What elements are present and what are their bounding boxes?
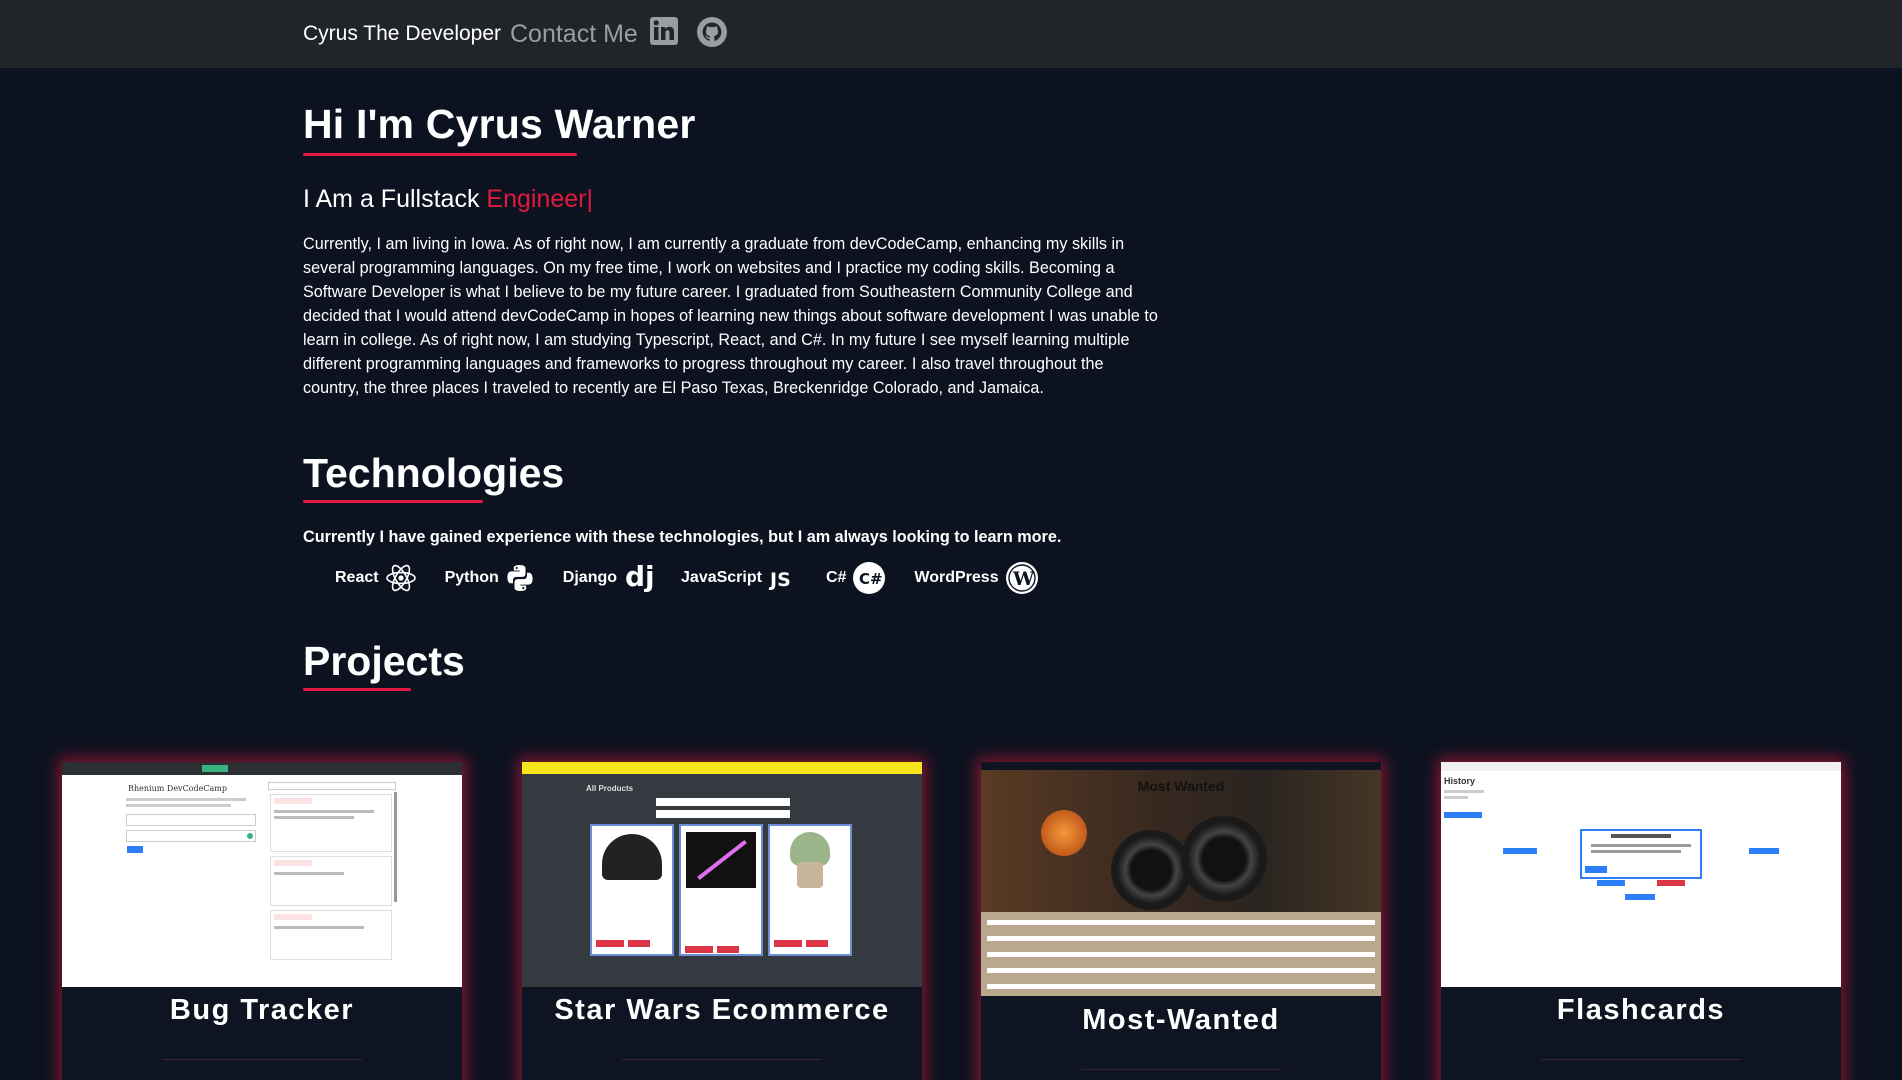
tech-label: WordPress <box>914 569 999 586</box>
technologies-note: Currently I have gained experience with … <box>303 528 1062 546</box>
tech-item-python: Python <box>445 563 535 593</box>
project-card-star-wars-ecommerce[interactable]: All Products Star Wars Ecommerce <box>522 762 922 1080</box>
project-screenshot: Most Wanted <box>981 770 1381 996</box>
project-title[interactable]: Star Wars Ecommerce <box>522 994 922 1027</box>
tech-item-csharp: C# C# <box>826 561 886 595</box>
react-icon <box>385 564 416 592</box>
tech-label: Django <box>562 569 618 586</box>
hero-title-underline <box>303 153 577 156</box>
csharp-icon: C# <box>853 562 886 594</box>
project-card-bug-tracker[interactable]: Rhenium DevCodeCamp Bug Tracker <box>62 762 462 1080</box>
typing-cursor: | <box>586 185 593 213</box>
project-card-flashcards[interactable]: History Flashcards <box>1441 762 1841 1080</box>
tech-label: Python <box>444 569 499 586</box>
tech-item-javascript: JavaScript JS <box>681 563 798 593</box>
hero-title: Hi I'm Cyrus Warner <box>303 101 696 147</box>
subtitle-accent: Engineer <box>486 185 587 213</box>
brand-link[interactable]: Cyrus The Developer <box>303 22 501 46</box>
contact-me-link[interactable]: Contact Me <box>510 20 638 49</box>
tech-item-django: Django dj <box>563 562 653 594</box>
technologies-title: Technologies <box>303 450 565 496</box>
tech-label: C# <box>825 569 847 586</box>
projects-title: Projects <box>303 638 465 684</box>
project-title[interactable]: Flashcards <box>1441 994 1841 1027</box>
card-divider <box>622 1059 822 1060</box>
github-icon[interactable] <box>696 16 728 48</box>
svg-text:dj: dj <box>625 562 653 593</box>
project-card-most-wanted[interactable]: Most Wanted Most-Wanted <box>981 762 1381 1080</box>
hero-subtitle: I Am a Fullstack Engineer| <box>303 185 593 214</box>
tech-item-wordpress: WordPress W <box>914 561 1038 595</box>
svg-text:JS: JS <box>768 569 791 591</box>
wordpress-icon: W <box>1005 562 1038 594</box>
tech-label: JavaScript <box>681 569 762 586</box>
javascript-icon: JS <box>768 569 791 591</box>
linkedin-icon[interactable] <box>649 16 681 48</box>
thumb-heading: Most Wanted <box>1137 778 1225 794</box>
tech-label: React <box>335 569 379 586</box>
technologies-title-underline <box>303 500 483 503</box>
project-screenshot: All Products <box>522 762 922 987</box>
card-divider <box>1081 1069 1281 1070</box>
projects-title-underline <box>303 688 411 691</box>
bio-paragraph: Currently, I am living in Iowa. As of ri… <box>303 235 1158 397</box>
django-icon: dj <box>625 562 653 593</box>
svg-text:C#: C# <box>859 570 883 588</box>
project-title[interactable]: Most-Wanted <box>981 1004 1381 1037</box>
thumb-heading: Rhenium DevCodeCamp <box>128 784 227 793</box>
project-screenshot: Rhenium DevCodeCamp <box>62 762 462 987</box>
python-icon <box>507 565 533 591</box>
project-title[interactable]: Bug Tracker <box>62 994 462 1027</box>
technologies-list: React Python Django dj JavaScript JS C# <box>335 560 1067 596</box>
card-divider <box>1541 1059 1741 1060</box>
subtitle-prefix: I Am a Fullstack <box>303 185 487 213</box>
navbar: Cyrus The Developer Contact Me <box>0 0 1902 68</box>
svg-text:W: W <box>1012 568 1035 590</box>
project-screenshot: History <box>1441 762 1841 987</box>
card-divider <box>162 1059 362 1060</box>
tech-item-react: React <box>335 562 417 594</box>
thumb-heading: All Products <box>586 784 634 793</box>
thumb-heading: History <box>1444 776 1476 786</box>
